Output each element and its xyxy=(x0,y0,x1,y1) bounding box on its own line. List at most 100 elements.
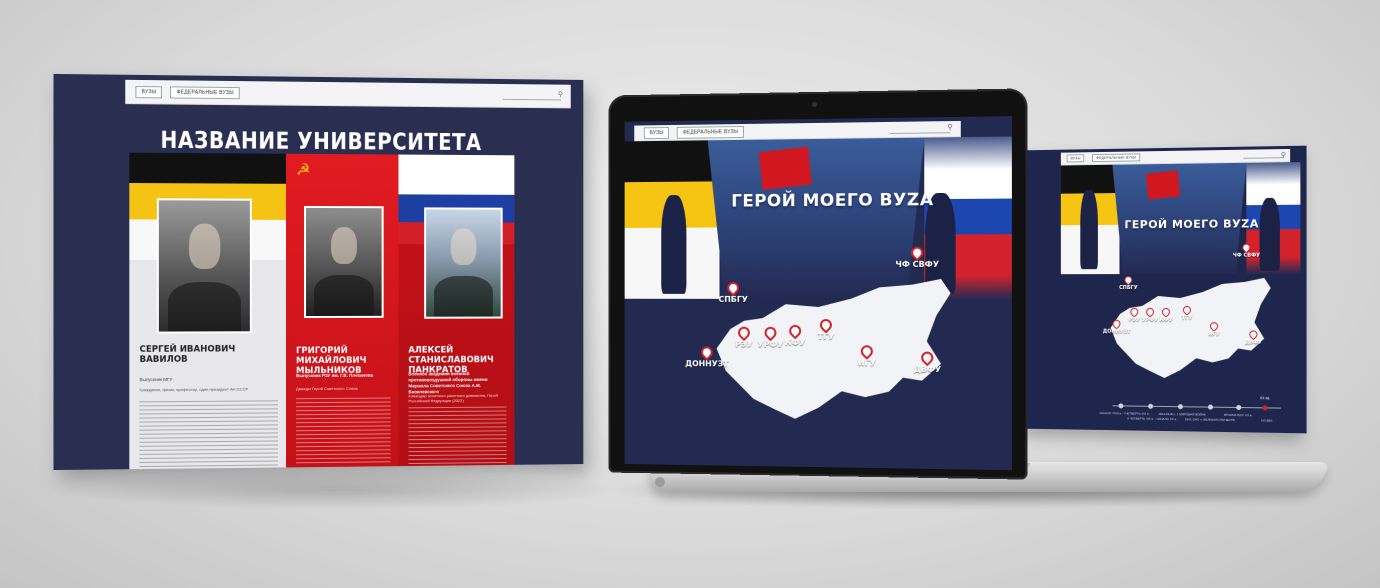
timeline-dot[interactable] xyxy=(1207,404,1214,410)
timeline-dot[interactable] xyxy=(1118,403,1124,409)
map-pin[interactable]: ИГУ xyxy=(858,342,876,367)
timeline-active-year: ХХ вв xyxy=(1259,396,1270,401)
university-label: ДОННУЗТ xyxy=(685,359,729,369)
university-label: РЭУ xyxy=(1128,316,1140,323)
university-label: ЧФ СВФУ xyxy=(895,259,940,269)
hero-subtitle: Военное академии военной противовоздушно… xyxy=(408,371,488,395)
modern-soldier-silhouette xyxy=(1259,197,1280,271)
map-pin-icon xyxy=(698,343,716,361)
map-pin[interactable]: ТГУ xyxy=(1181,304,1193,321)
map-pin-icon xyxy=(786,322,804,340)
map-pin-icon xyxy=(1128,306,1140,318)
nav-button-federal-universities[interactable]: ФЕДЕРАЛЬНЫЕ ВУЗЫ xyxy=(170,85,240,99)
hero-biography-text xyxy=(139,400,278,469)
university-label: СПБГУ xyxy=(718,294,748,304)
soviet-panel xyxy=(708,138,925,300)
timeline-label: II ЧЕТВЕРТЬ XIX в. - НАЧАЛО XX в. xyxy=(1127,416,1177,422)
university-label: ИГУ xyxy=(1208,331,1220,338)
nav-button-universities[interactable]: ВУЗЫ xyxy=(1066,154,1085,163)
timeline-label: 1914-1918 гг. 1 МИРОВАЯ ВОЙНА xyxy=(1158,411,1206,417)
university-page-screen: ВУЗЫ ФЕДЕРАЛЬНЫЕ ВУЗЫ ⚲ НАЗВАНИЕ УНИВЕРС… xyxy=(53,73,584,471)
university-label: СПБГУ xyxy=(1119,285,1138,291)
top-navigation: ВУЗЫ ФЕДЕРАЛЬНЫЕ ВУЗЫ ⚲ xyxy=(125,79,571,109)
map-pin-icon xyxy=(735,324,753,342)
laptop-foot xyxy=(655,477,665,487)
university-label: РЭУ xyxy=(735,339,753,349)
map-pin-icon xyxy=(1122,274,1134,286)
russian-flag-white-stripe xyxy=(398,154,515,195)
search-input[interactable]: ⚲ xyxy=(889,123,953,134)
map-pin-icon xyxy=(1240,241,1253,254)
search-icon[interactable]: ⚲ xyxy=(558,90,563,98)
map-pin-icon xyxy=(1247,328,1260,341)
timeline-label: НАЧАЛО XVIII в.- I ЧЕТВЕРТЬ XIX в. xyxy=(1099,411,1150,416)
page-title: ГЕРОЙ МОЕГО ВУZА xyxy=(731,190,934,212)
map-pin[interactable]: СПБГУ xyxy=(719,279,748,304)
map-pin-icon xyxy=(1144,306,1156,318)
search-input[interactable]: ⚲ xyxy=(502,90,563,100)
timeline-label: ВТОРАЯ ПОЛ. XX в. xyxy=(1224,412,1253,418)
map-pin[interactable]: ЧФ СВФУ xyxy=(895,244,939,269)
search-input[interactable]: ⚲ xyxy=(1243,151,1286,159)
map-pin[interactable]: РЭУ xyxy=(1128,306,1140,323)
map-pin[interactable]: УРФУ xyxy=(1142,306,1158,323)
hero-card[interactable]: СЕРГЕЙ ИВАНОВИЧ ВАВИЛОВ Выпускник МГУ Гр… xyxy=(129,152,287,471)
university-label: УРФУ xyxy=(1142,316,1159,323)
university-label: УРФУ xyxy=(757,339,784,349)
map-pin[interactable]: ИГУ xyxy=(1208,320,1220,337)
university-label: КФУ xyxy=(1159,316,1173,324)
map-pin[interactable]: КФУ xyxy=(785,322,805,347)
university-label: ДОННУЗТ xyxy=(1102,328,1131,335)
nav-button-universities[interactable]: ВУЗЫ xyxy=(643,126,670,139)
hero-name: ГРИГОРИЙ МИХАЙЛОВИЧ МЫЛЬНИКОВ xyxy=(296,345,367,377)
timeline-dot[interactable] xyxy=(1236,404,1242,411)
nav-button-federal-universities[interactable]: ФЕДЕРАЛЬНЫЕ ВУЗЫ xyxy=(1092,153,1141,163)
map-pin[interactable]: ДВФУ xyxy=(913,349,941,374)
search-icon[interactable]: ⚲ xyxy=(1281,151,1286,159)
map-pin-icon xyxy=(1181,304,1193,316)
university-label: ДВФУ xyxy=(913,364,942,374)
map-pin-icon xyxy=(762,324,779,342)
university-label: ТГУ xyxy=(817,332,835,342)
hero-subtitle: Выпускник МГУ xyxy=(139,376,173,383)
university-label: ЧФ СВФУ xyxy=(1232,252,1261,259)
hero-portrait xyxy=(304,205,384,319)
timeline-dot[interactable] xyxy=(1177,404,1183,410)
map-pin-icon xyxy=(858,342,876,360)
nav-button-federal-universities[interactable]: ФЕДЕРАЛЬНЫЕ ВУЗЫ xyxy=(677,125,744,139)
hero-note: Гражданин, физик, профессор, один презид… xyxy=(139,386,249,393)
map-pin[interactable]: СПБГУ xyxy=(1119,274,1138,291)
nav-button-universities[interactable]: ВУЗЫ xyxy=(135,85,163,98)
university-label: ИГУ xyxy=(857,358,876,368)
soviet-flag xyxy=(758,146,812,190)
search-icon[interactable]: ⚲ xyxy=(947,123,952,131)
hero-biography-text xyxy=(408,406,507,467)
map-pin-icon xyxy=(724,279,742,297)
map-pin[interactable]: ДОННУЗТ xyxy=(1103,318,1130,335)
hero-card[interactable]: АЛЕКСЕЙ СТАНИСЛАВОВИЧ ПАНКРАТОВ Военное … xyxy=(398,154,515,471)
map-pin-icon xyxy=(1160,306,1172,318)
page-background xyxy=(514,155,584,471)
timeline-dot-active[interactable] xyxy=(1262,405,1268,411)
university-label: ДВФУ xyxy=(1244,339,1263,346)
hero-biography-text xyxy=(296,397,391,467)
imperial-flag-black-stripe xyxy=(129,152,287,184)
russia-map xyxy=(1111,278,1271,379)
hero-subtitle: Выпускник РЗУ им. Г.В. Плеханова xyxy=(296,372,374,379)
map-pin-icon xyxy=(1110,318,1123,330)
map-pin[interactable]: ЧФ СВФУ xyxy=(1233,241,1260,259)
map-pin[interactable]: ДВФУ xyxy=(1245,328,1262,346)
timeline-dot[interactable] xyxy=(1148,403,1154,409)
hammer-sickle-icon: ☭ xyxy=(296,161,311,179)
map-pin-icon xyxy=(918,349,936,367)
hero-card[interactable]: ☭ ГРИГОРИЙ МИХАЙЛОВИЧ МЫЛЬНИКОВ Выпускни… xyxy=(286,153,399,471)
map-pin[interactable]: ДОННУЗТ xyxy=(685,343,729,368)
map-pin[interactable]: ТГУ xyxy=(817,316,835,341)
timeline-line xyxy=(1112,405,1281,409)
map-pin[interactable]: РЭУ xyxy=(735,324,753,349)
hero-portrait xyxy=(156,198,252,334)
map-pin-icon xyxy=(908,244,926,262)
map-pin[interactable]: УРФУ xyxy=(758,324,783,349)
map-pin[interactable]: КФУ xyxy=(1160,306,1172,323)
soviet-flag xyxy=(1145,170,1181,200)
